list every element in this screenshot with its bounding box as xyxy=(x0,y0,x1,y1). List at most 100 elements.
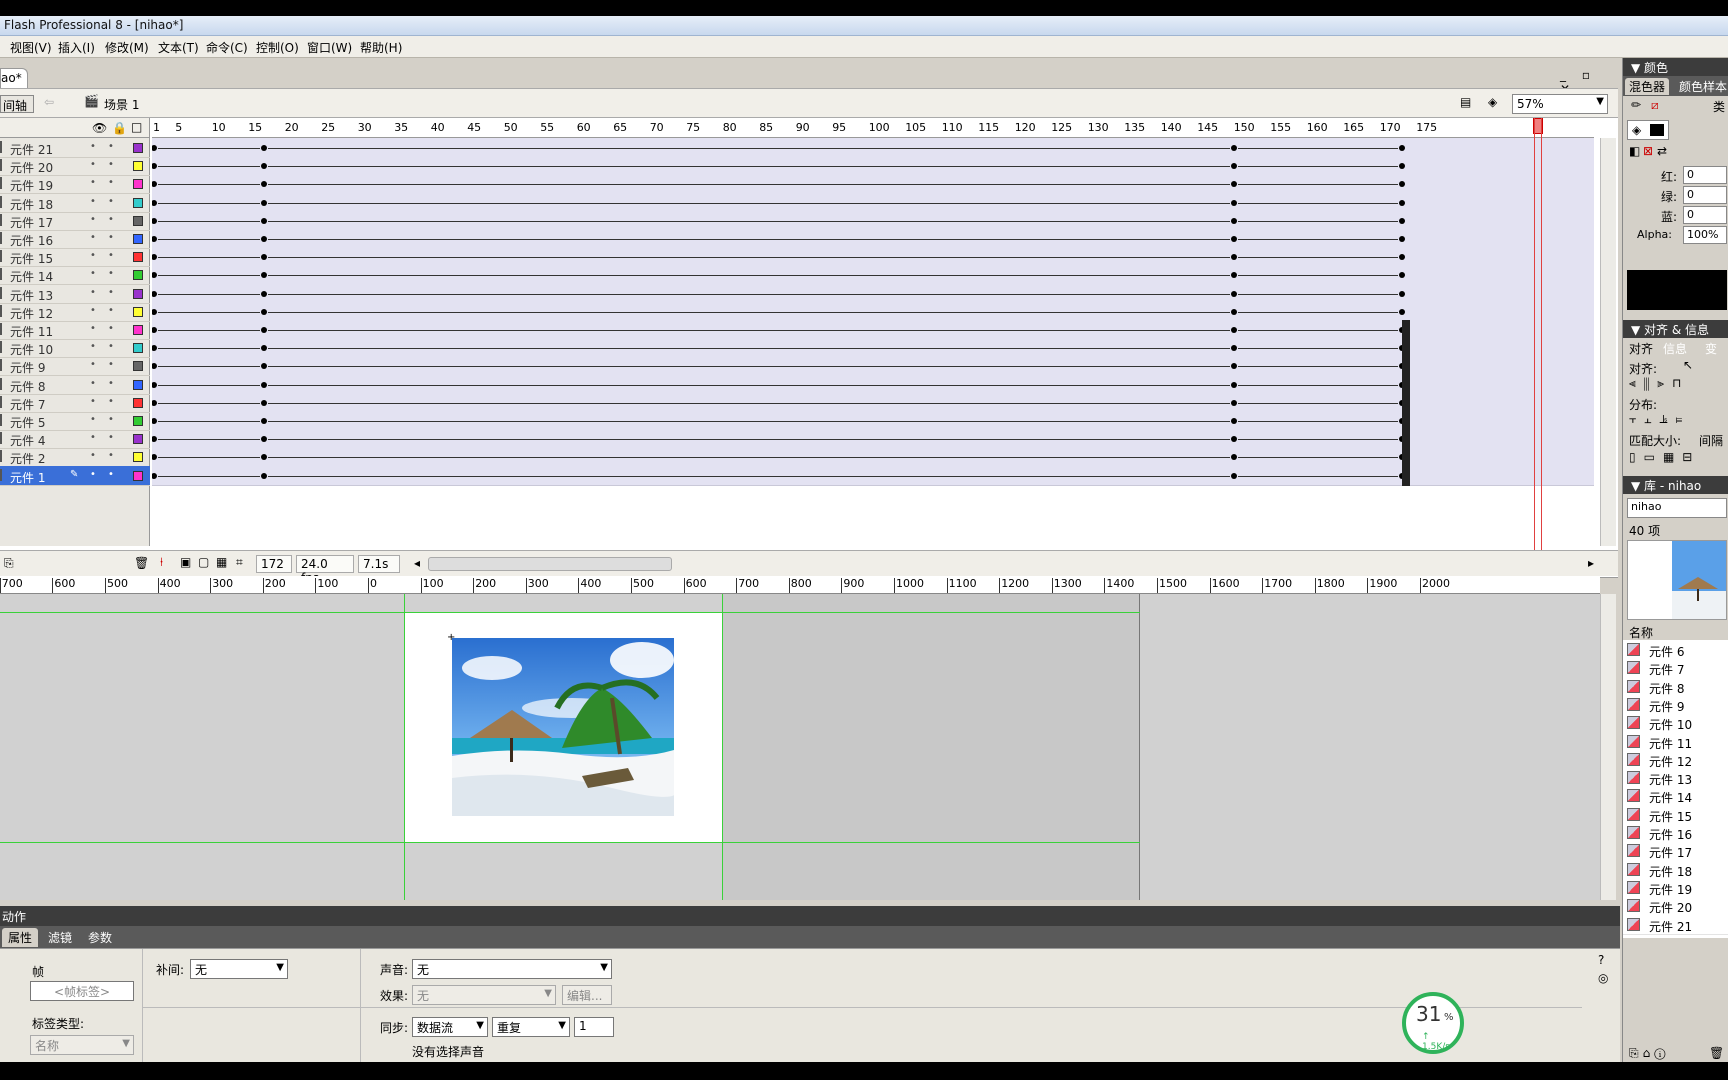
tab-properties[interactable]: 属性 xyxy=(2,928,39,947)
layer-outline-color[interactable] xyxy=(133,215,143,226)
alpha-input[interactable]: 100% xyxy=(1683,226,1727,244)
layer-outline-color[interactable] xyxy=(133,452,143,463)
align-buttons-icon[interactable]: ⫷⫼⫸⊓ xyxy=(1629,376,1689,391)
visibility-dot[interactable]: • xyxy=(90,341,96,352)
layer-row[interactable]: 元件 19 • • xyxy=(0,174,150,195)
layer-outline-color[interactable] xyxy=(133,252,143,263)
keyframe[interactable] xyxy=(1231,236,1238,242)
keyframe[interactable] xyxy=(260,199,267,206)
keyframe[interactable] xyxy=(1231,399,1238,406)
library-item[interactable]: 元件 13 xyxy=(1623,768,1728,789)
timeline-horizontal-scrollbar[interactable] xyxy=(428,557,672,571)
tab-color-mixer[interactable]: 混色器 xyxy=(1625,78,1670,95)
frame-name-input[interactable]: <帧标签> xyxy=(30,981,134,1001)
onion-markers-icon[interactable]: ⌗ xyxy=(236,555,243,570)
layer-row[interactable]: 元件 7 • • xyxy=(0,393,150,413)
zoom-select[interactable]: 57% ▼ xyxy=(1512,94,1608,114)
actions-panel-bar[interactable]: 动作 xyxy=(0,906,1620,926)
lock-icon[interactable]: 🔒 xyxy=(112,121,127,135)
layer-outline-color[interactable] xyxy=(133,288,143,299)
keyframe[interactable] xyxy=(260,308,267,315)
document-tab[interactable]: ao* xyxy=(0,68,28,88)
guide-line[interactable] xyxy=(722,594,723,900)
frame-row[interactable] xyxy=(152,265,1594,286)
frame-rate-display[interactable]: 24.0 fps xyxy=(296,555,354,585)
tab-color-swatches[interactable]: 颜色样本 xyxy=(1679,78,1727,95)
scroll-left-icon[interactable]: ◂ xyxy=(414,556,420,570)
back-arrow-icon[interactable]: ⇦ xyxy=(44,95,54,109)
outline-icon[interactable]: □ xyxy=(131,120,142,134)
tween-select[interactable]: 无 ▼ xyxy=(190,959,288,979)
keyframe[interactable] xyxy=(152,254,157,261)
layer-outline-color[interactable] xyxy=(133,434,143,445)
keyframe[interactable] xyxy=(152,381,157,388)
lock-dot[interactable]: • xyxy=(108,305,114,316)
frame-row[interactable] xyxy=(152,301,1594,322)
visibility-dot[interactable]: • xyxy=(90,414,96,425)
keyframe[interactable] xyxy=(260,236,267,242)
keyframe[interactable] xyxy=(152,199,157,206)
keyframe[interactable] xyxy=(152,181,157,188)
keyframe[interactable] xyxy=(152,217,157,224)
repeat-select[interactable]: 重复 ▼ xyxy=(492,1017,570,1037)
frame-row[interactable] xyxy=(152,229,1594,249)
layer-outline-color[interactable] xyxy=(133,161,143,172)
keyframe[interactable] xyxy=(1231,217,1238,224)
lock-dot[interactable]: • xyxy=(108,268,114,279)
keyframe[interactable] xyxy=(152,236,157,242)
keyframe[interactable] xyxy=(1231,163,1238,170)
library-name-header[interactable]: 名称 xyxy=(1629,624,1653,641)
layer-outline-color[interactable] xyxy=(133,270,143,281)
keyframe[interactable] xyxy=(260,418,267,424)
onion-outline-icon[interactable]: ▢ xyxy=(198,555,209,569)
swap-colors-icon[interactable]: ⇄ xyxy=(1657,144,1667,158)
lock-dot[interactable]: • xyxy=(108,214,114,225)
keyframe[interactable] xyxy=(260,454,267,461)
lock-dot[interactable]: • xyxy=(108,469,114,480)
library-item[interactable]: 元件 8 xyxy=(1623,676,1728,697)
edit-button[interactable]: 编辑... xyxy=(562,985,612,1005)
match-size-buttons-icon[interactable]: ▯▭▦⊟ xyxy=(1629,450,1700,464)
keyframe[interactable] xyxy=(1399,236,1406,242)
lock-dot[interactable]: • xyxy=(108,414,114,425)
no-color-icon[interactable]: ⧄ xyxy=(1651,98,1659,113)
layer-outline-color[interactable] xyxy=(133,143,143,153)
keyframe[interactable] xyxy=(1399,199,1406,206)
layer-outline-color[interactable] xyxy=(133,470,143,481)
keyframe[interactable] xyxy=(260,217,267,224)
lock-dot[interactable]: • xyxy=(108,177,114,188)
layer-row[interactable]: 元件 12 • • xyxy=(0,302,150,322)
stroke-color-icon[interactable]: ✏ xyxy=(1631,98,1641,112)
keyframe[interactable] xyxy=(260,290,267,297)
tab-parameters[interactable]: 参数 xyxy=(88,929,112,946)
library-item[interactable]: 元件 12 xyxy=(1623,749,1728,770)
menu-help[interactable]: 帮助(H) xyxy=(360,39,402,56)
library-item[interactable]: 元件 11 xyxy=(1623,731,1728,752)
library-item[interactable]: 元件 6 xyxy=(1623,640,1728,660)
frame-row[interactable] xyxy=(152,192,1594,213)
no-color-small-icon[interactable]: ⊠ xyxy=(1643,144,1653,158)
layer-row[interactable]: 元件 17 • • xyxy=(0,211,150,231)
green-input[interactable]: 0 xyxy=(1683,186,1727,204)
align-panel-header[interactable]: ▼ 对齐 & 信息 & xyxy=(1623,320,1728,352)
library-panel-header[interactable]: ▼ 库 - nihao xyxy=(1623,476,1728,494)
frame-row[interactable] xyxy=(152,447,1594,468)
tab-info[interactable]: 信息 xyxy=(1663,340,1687,357)
color-panel-header[interactable]: ▼ 颜色 xyxy=(1623,58,1728,76)
lock-dot[interactable]: • xyxy=(108,250,114,261)
visibility-dot[interactable]: • xyxy=(90,359,96,370)
onion-skin-icon[interactable]: ▣ xyxy=(180,555,191,569)
frame-grid[interactable] xyxy=(152,138,1594,546)
tab-transform[interactable]: 变 xyxy=(1705,340,1717,357)
keyframe[interactable] xyxy=(152,163,157,170)
visibility-dot[interactable]: • xyxy=(90,250,96,261)
frame-row[interactable] xyxy=(152,283,1594,304)
layer-row[interactable]: 元件 11 • • xyxy=(0,320,150,340)
layer-row[interactable]: 元件 9 • • xyxy=(0,356,150,377)
frame-row[interactable] xyxy=(152,356,1594,377)
menu-control[interactable]: 控制(O) xyxy=(256,39,299,56)
layer-outline-color[interactable] xyxy=(133,361,143,372)
keyframe[interactable] xyxy=(1231,308,1238,315)
layer-row[interactable]: 元件 14 • • xyxy=(0,265,150,286)
library-document-select[interactable]: nihao xyxy=(1627,498,1727,518)
